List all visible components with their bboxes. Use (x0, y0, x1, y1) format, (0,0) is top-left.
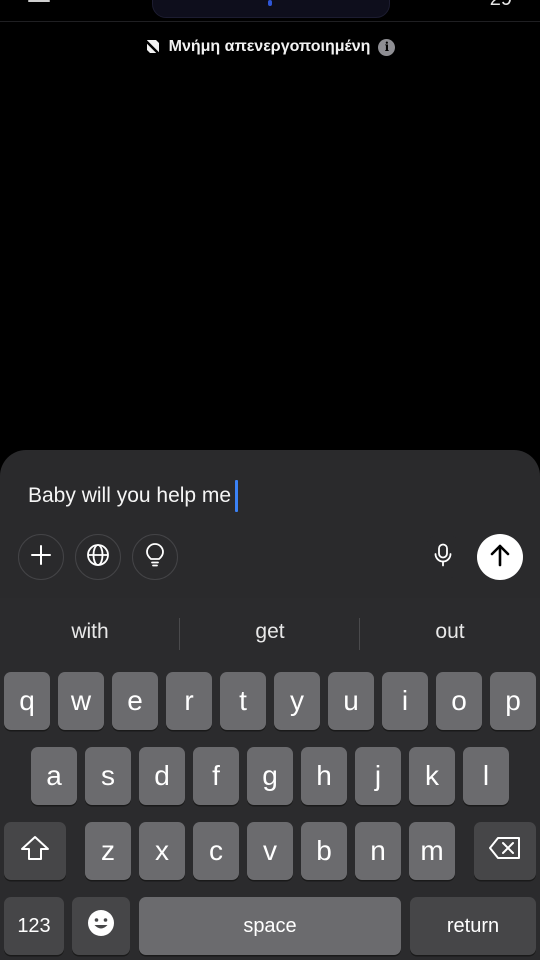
key-q[interactable]: q (4, 672, 50, 730)
keyboard: with get out q w e r t y u i o p a s d f… (0, 598, 540, 960)
composer: Baby will you help me (0, 450, 540, 610)
numbers-key[interactable]: 123 (4, 897, 64, 955)
emoji-icon (87, 909, 115, 944)
key-v[interactable]: v (247, 822, 293, 880)
menu-icon[interactable] (28, 0, 50, 2)
message-input-text: Baby will you help me (28, 484, 232, 507)
key-s[interactable]: s (85, 747, 131, 805)
microphone-icon (433, 543, 453, 572)
key-d[interactable]: d (139, 747, 185, 805)
key-i[interactable]: i (382, 672, 428, 730)
top-bar: 29 (0, 0, 540, 22)
shift-key[interactable] (4, 822, 66, 880)
key-y[interactable]: y (274, 672, 320, 730)
info-icon[interactable]: i (378, 38, 396, 56)
web-search-button[interactable] (75, 534, 121, 580)
key-h[interactable]: h (301, 747, 347, 805)
lightbulb-icon (144, 542, 166, 572)
suggestion-item[interactable]: with (0, 620, 180, 644)
memory-off-icon (144, 39, 161, 55)
key-e[interactable]: e (112, 672, 158, 730)
space-key[interactable]: space (139, 897, 401, 955)
key-b[interactable]: b (301, 822, 347, 880)
header-count[interactable]: 29 (490, 0, 512, 11)
key-l[interactable]: l (463, 747, 509, 805)
key-z[interactable]: z (85, 822, 131, 880)
memory-status: Μνήμη απενεργοποιημένη i (0, 38, 540, 56)
suggestion-item[interactable]: get (180, 620, 360, 644)
key-a[interactable]: a (31, 747, 77, 805)
plus-icon (30, 544, 52, 571)
key-g[interactable]: g (247, 747, 293, 805)
key-p[interactable]: p (490, 672, 536, 730)
key-k[interactable]: k (409, 747, 455, 805)
key-o[interactable]: o (436, 672, 482, 730)
key-r[interactable]: r (166, 672, 212, 730)
suggestion-item[interactable]: out (360, 620, 540, 644)
key-c[interactable]: c (193, 822, 239, 880)
send-button[interactable] (477, 534, 523, 580)
suggestion-bar: with get out (0, 598, 540, 668)
arrow-up-icon (489, 543, 511, 572)
emoji-key[interactable] (72, 897, 130, 955)
backspace-icon (488, 835, 522, 867)
key-x[interactable]: x (139, 822, 185, 880)
key-n[interactable]: n (355, 822, 401, 880)
key-t[interactable]: t (220, 672, 266, 730)
key-j[interactable]: j (355, 747, 401, 805)
return-key[interactable]: return (410, 897, 536, 955)
message-input[interactable]: Baby will you help me (28, 480, 239, 512)
model-accent (268, 0, 272, 6)
shift-icon (20, 835, 50, 868)
think-button[interactable] (132, 534, 178, 580)
key-m[interactable]: m (409, 822, 455, 880)
key-w[interactable]: w (58, 672, 104, 730)
globe-icon (86, 543, 110, 572)
text-caret (235, 480, 239, 512)
memory-status-text: Μνήμη απενεργοποιημένη (168, 38, 371, 55)
key-f[interactable]: f (193, 747, 239, 805)
delete-key[interactable] (474, 822, 536, 880)
key-u[interactable]: u (328, 672, 374, 730)
add-attachment-button[interactable] (18, 534, 64, 580)
voice-input-button[interactable] (420, 534, 466, 580)
